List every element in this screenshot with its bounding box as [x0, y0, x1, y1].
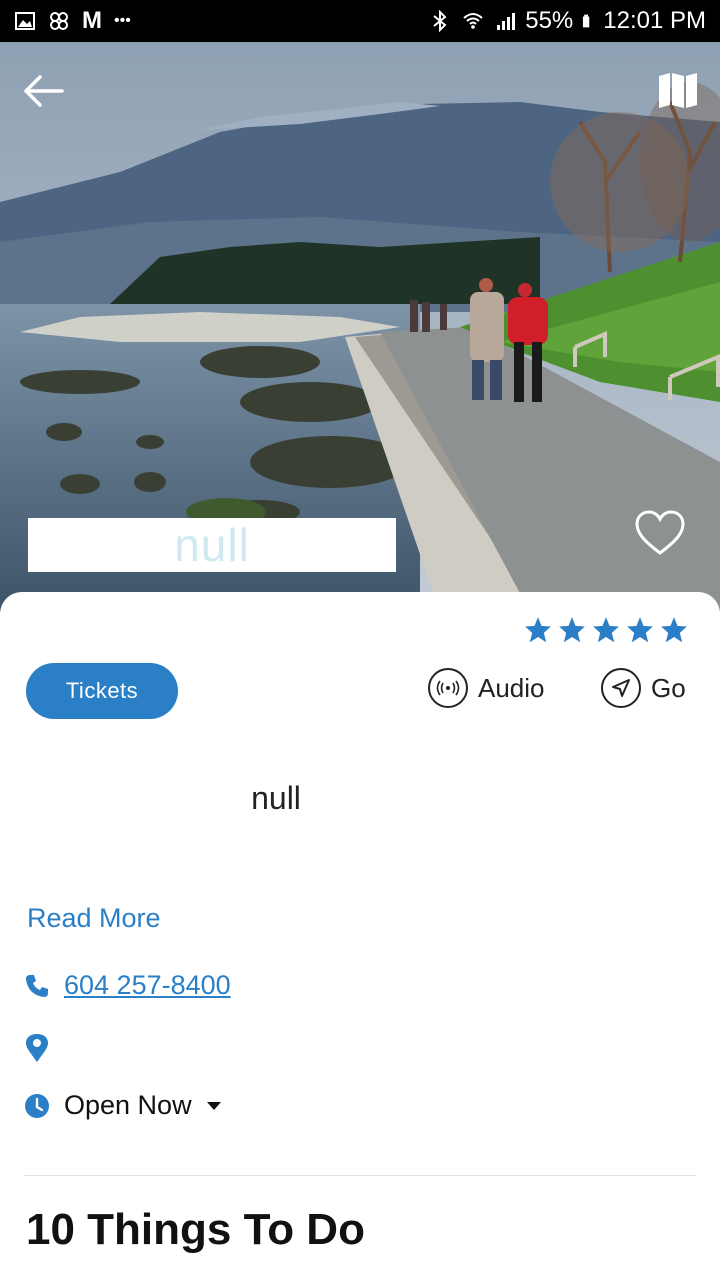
rating-stars: [524, 616, 688, 644]
hours-label: Open Now: [64, 1090, 192, 1120]
place-title: null: [174, 519, 250, 571]
star-icon: [559, 617, 585, 643]
read-more-link[interactable]: Read More: [27, 903, 161, 934]
divider: [24, 1175, 696, 1176]
more-dots-icon: •••: [114, 12, 131, 29]
star-icon: [593, 617, 619, 643]
system-icons: 55% 12:01 PM: [429, 7, 706, 35]
audio-broadcast-icon: [428, 668, 468, 708]
audio-button[interactable]: Audio: [428, 668, 545, 708]
status-bar: M ••• 55% 12:01 PM: [0, 0, 720, 42]
image-icon: [15, 12, 35, 30]
gmail-icon: M: [82, 7, 102, 34]
star-icon: [627, 617, 653, 643]
wifi-icon: [463, 13, 483, 29]
go-label: Go: [651, 672, 686, 703]
map-icon[interactable]: [656, 70, 700, 110]
notification-icons: M •••: [14, 7, 131, 35]
place-description: null: [251, 780, 301, 816]
star-icon: [661, 617, 687, 643]
back-arrow-icon[interactable]: [20, 70, 68, 112]
star-icon: [525, 617, 551, 643]
battery-percent: 55%: [525, 7, 574, 34]
section-title: 10 Things To Do: [26, 1205, 365, 1254]
phone-row: 604 257-8400: [24, 970, 231, 1001]
phone-icon: [26, 974, 48, 997]
pinwheel-icon: [50, 12, 68, 30]
phone-link[interactable]: 604 257-8400: [64, 970, 231, 1001]
hours-row[interactable]: Open Now: [24, 1090, 222, 1121]
clock-icon: [25, 1093, 49, 1118]
audio-label: Audio: [478, 672, 545, 703]
heart-icon[interactable]: [634, 508, 686, 560]
tickets-button[interactable]: Tickets: [26, 663, 178, 719]
go-button[interactable]: Go: [601, 668, 686, 708]
signal-icon: [497, 13, 516, 30]
address-row: [24, 1033, 64, 1063]
battery-icon: [583, 14, 590, 28]
navigation-arrow-icon: [601, 668, 641, 708]
clock: 12:01 PM: [603, 7, 706, 34]
place-title-box: null: [28, 518, 396, 572]
location-pin-icon: [26, 1034, 48, 1062]
caret-down-icon: [206, 1101, 221, 1110]
bluetooth-icon: [433, 10, 447, 32]
